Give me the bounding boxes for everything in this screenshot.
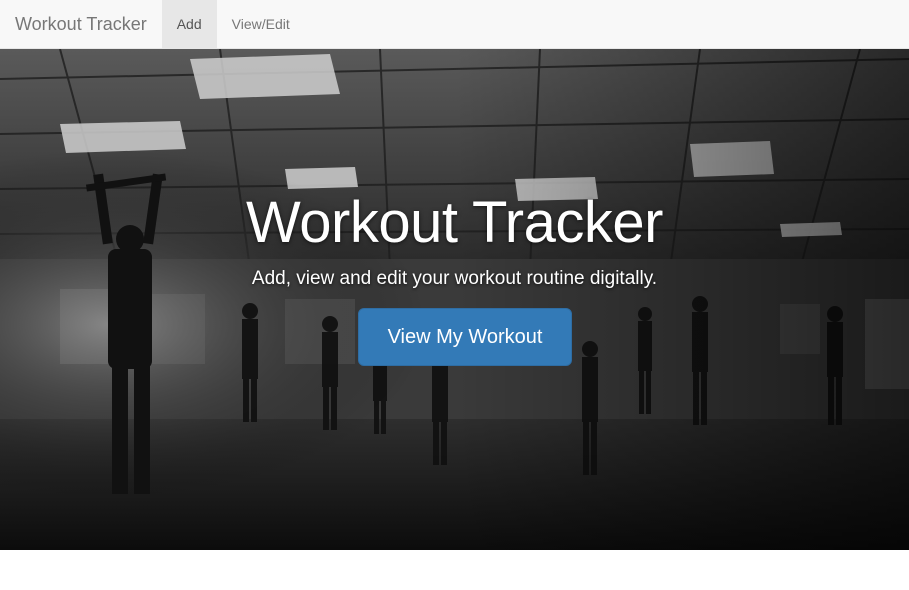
view-my-workout-button[interactable]: View My Workout — [358, 308, 572, 366]
top-navbar: Workout Tracker Add View/Edit — [0, 0, 909, 49]
hero-background-image — [0, 49, 909, 550]
navbar-brand[interactable]: Workout Tracker — [0, 0, 162, 48]
hero-title: Workout Tracker — [246, 190, 663, 255]
nav-item-add[interactable]: Add — [161, 0, 217, 48]
nav-item-view-edit[interactable]: View/Edit — [217, 0, 305, 48]
hero-subtitle: Add, view and edit your workout routine … — [251, 268, 658, 289]
hero-section: Workout Tracker Add, view and edit your … — [0, 49, 909, 550]
